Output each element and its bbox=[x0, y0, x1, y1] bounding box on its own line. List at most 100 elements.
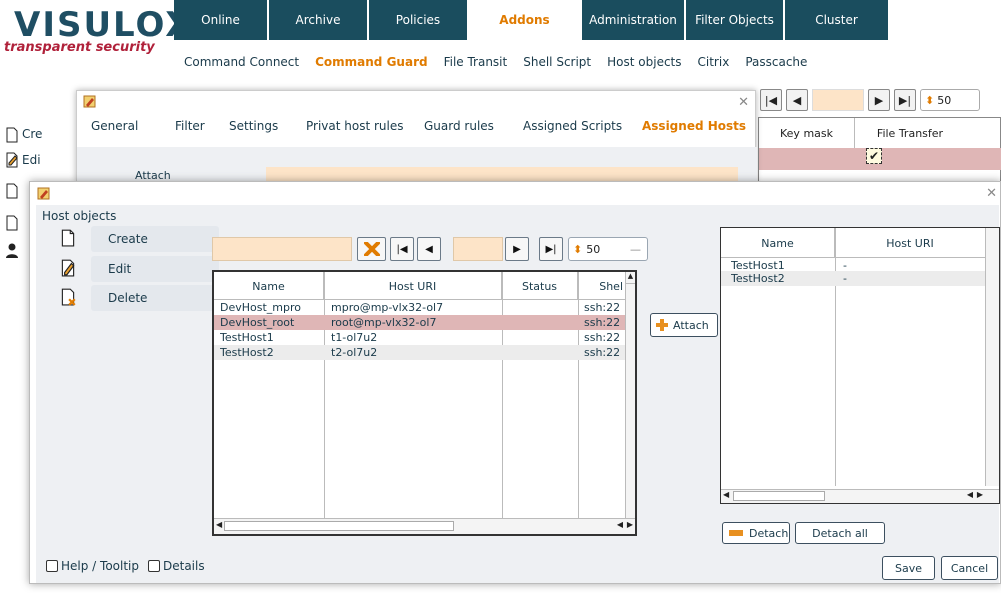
tab-cluster[interactable]: Cluster bbox=[785, 0, 890, 40]
file-transfer-checkbox[interactable]: ✔ bbox=[866, 148, 882, 164]
close-icon[interactable]: ✕ bbox=[986, 186, 997, 201]
bg-page-size-value: 50 bbox=[937, 93, 952, 107]
subnav-command-connect[interactable]: Command Connect bbox=[184, 55, 299, 69]
create-button[interactable]: Create bbox=[91, 226, 219, 252]
page-size-select[interactable]: ⬍ 50 — bbox=[568, 237, 648, 261]
checkbox-box[interactable] bbox=[148, 560, 160, 572]
table-row-selected[interactable]: DevHost_root root@mp-vlx32-ol7 ssh:22 bbox=[214, 315, 635, 330]
scroll-left-icon[interactable]: ◀ bbox=[216, 520, 222, 529]
tab-archive[interactable]: Archive bbox=[269, 0, 369, 40]
scroll-right-icon[interactable]: ▶ bbox=[627, 520, 633, 529]
host-uri-cell: root@mp-vlx32-ol7 bbox=[331, 316, 437, 329]
tab-assigned-hosts[interactable]: Assigned Hosts bbox=[642, 119, 746, 133]
table-row[interactable]: DevHost_mpro mpro@mp-vlx32-ol7 ssh:22 bbox=[214, 300, 635, 315]
subnav-shell-script[interactable]: Shell Script bbox=[523, 55, 591, 69]
table-row[interactable]: TestHost2 t2-ol7u2 ssh:22 bbox=[214, 345, 635, 360]
vertical-scrollbar[interactable] bbox=[985, 228, 999, 486]
horizontal-scrollbar[interactable]: ◀ ◀ ▶ bbox=[721, 489, 999, 503]
bg-page-size-select[interactable]: ⬍ 50 bbox=[920, 89, 980, 111]
document-icon bbox=[6, 183, 18, 199]
user-icon bbox=[6, 243, 18, 258]
attach-button[interactable]: Attach bbox=[650, 313, 718, 337]
table-row[interactable]: TestHost2 - bbox=[721, 271, 985, 286]
bg-create-label[interactable]: Cre bbox=[22, 127, 42, 141]
app-icon bbox=[83, 95, 96, 108]
bg-page-input[interactable] bbox=[812, 89, 864, 111]
scroll-left-icon[interactable]: ◀ bbox=[967, 490, 973, 499]
checkbox-box[interactable] bbox=[46, 560, 58, 572]
column-header-name[interactable]: Name bbox=[214, 272, 324, 300]
create-action[interactable]: Create bbox=[53, 226, 219, 252]
subnav-passcache[interactable]: Passcache bbox=[745, 55, 807, 69]
last-page-button[interactable]: ▶| bbox=[894, 89, 916, 111]
minus-icon bbox=[729, 530, 743, 536]
tab-settings[interactable]: Settings bbox=[229, 119, 278, 133]
tab-general[interactable]: General bbox=[91, 119, 138, 133]
delete-document-icon bbox=[61, 288, 76, 306]
edit-action[interactable]: Edit bbox=[53, 256, 219, 282]
app-icon bbox=[37, 187, 50, 200]
tab-assigned-scripts[interactable]: Assigned Scripts bbox=[523, 119, 622, 133]
previous-page-button[interactable]: ◀ bbox=[417, 237, 441, 261]
horizontal-scrollbar[interactable]: ◀ ◀ ▶ bbox=[214, 518, 635, 534]
delete-button[interactable]: Delete bbox=[91, 285, 219, 311]
edit-document-icon bbox=[6, 152, 18, 168]
help-tooltip-checkbox[interactable]: Help / Tooltip bbox=[46, 559, 139, 573]
shell-cell: ssh:22 bbox=[584, 316, 621, 329]
column-header-file-transfer[interactable]: File Transfer bbox=[855, 118, 965, 148]
close-icon[interactable]: ✕ bbox=[738, 95, 749, 110]
first-page-button[interactable]: |◀ bbox=[760, 89, 782, 111]
scrollbar-thumb[interactable] bbox=[224, 521, 454, 531]
page-number-input[interactable] bbox=[453, 237, 503, 261]
tab-filter-objects[interactable]: Filter Objects bbox=[686, 0, 785, 40]
column-header-status[interactable]: Status bbox=[502, 272, 578, 300]
tab-filter[interactable]: Filter bbox=[175, 119, 205, 133]
clear-filter-button[interactable] bbox=[357, 237, 386, 261]
delete-action[interactable]: Delete bbox=[53, 285, 219, 311]
tab-privat-host-rules[interactable]: Privat host rules bbox=[306, 119, 404, 133]
detach-all-button[interactable]: Detach all bbox=[795, 522, 885, 544]
subnav-host-objects[interactable]: Host objects bbox=[607, 55, 681, 69]
column-header-shell[interactable]: Shel bbox=[578, 272, 625, 300]
scrollbar-thumb[interactable] bbox=[733, 491, 825, 501]
next-page-button[interactable]: ▶ bbox=[868, 89, 890, 111]
next-page-button[interactable]: ▶ bbox=[505, 237, 529, 261]
host-uri-cell: - bbox=[843, 272, 847, 285]
scroll-left-icon[interactable]: ◀ bbox=[723, 490, 729, 499]
column-header-host-uri[interactable]: Host URI bbox=[324, 272, 502, 300]
subnav-citrix[interactable]: Citrix bbox=[698, 55, 730, 69]
last-page-button[interactable]: ▶| bbox=[539, 237, 563, 261]
previous-page-button[interactable]: ◀ bbox=[786, 89, 808, 111]
filter-input[interactable] bbox=[212, 237, 352, 261]
scroll-left-icon[interactable]: ◀ bbox=[617, 520, 623, 529]
column-header-host-uri[interactable]: Host URI bbox=[835, 228, 985, 258]
details-checkbox[interactable]: Details bbox=[148, 559, 205, 573]
cancel-button[interactable]: Cancel bbox=[941, 556, 998, 580]
detach-button[interactable]: Detach bbox=[722, 522, 790, 544]
edit-document-icon bbox=[61, 259, 75, 277]
column-header-name[interactable]: Name bbox=[721, 228, 835, 258]
host-name-cell: DevHost_mpro bbox=[220, 301, 302, 314]
subnav-command-guard[interactable]: Command Guard bbox=[315, 55, 427, 69]
document-icon bbox=[6, 127, 18, 143]
subnav-file-transit[interactable]: File Transit bbox=[444, 55, 508, 69]
tab-guard-rules[interactable]: Guard rules bbox=[424, 119, 494, 133]
tab-administration[interactable]: Administration bbox=[582, 0, 686, 40]
scroll-right-icon[interactable]: ▶ bbox=[977, 490, 983, 499]
clear-icon bbox=[363, 242, 380, 256]
scroll-up-icon[interactable]: ▲ bbox=[626, 272, 635, 284]
tab-policies[interactable]: Policies bbox=[369, 0, 469, 40]
sort-icon: ⬍ bbox=[573, 242, 583, 256]
tab-online[interactable]: Online bbox=[174, 0, 269, 40]
bg-edit-label[interactable]: Edi bbox=[22, 153, 41, 167]
column-header-key-mask[interactable]: Key mask bbox=[759, 118, 855, 148]
first-page-button[interactable]: |◀ bbox=[390, 237, 414, 261]
dialog-body: Attach bbox=[77, 147, 757, 183]
section-title: Host objects bbox=[42, 209, 117, 223]
tab-addons[interactable]: Addons bbox=[469, 0, 582, 40]
table-row[interactable]: TestHost1 t1-ol7u2 ssh:22 bbox=[214, 330, 635, 345]
vertical-scrollbar[interactable]: ▲ bbox=[625, 272, 635, 518]
edit-button[interactable]: Edit bbox=[91, 256, 219, 282]
save-button[interactable]: Save bbox=[882, 556, 935, 580]
shell-cell: ssh:22 bbox=[584, 301, 621, 314]
